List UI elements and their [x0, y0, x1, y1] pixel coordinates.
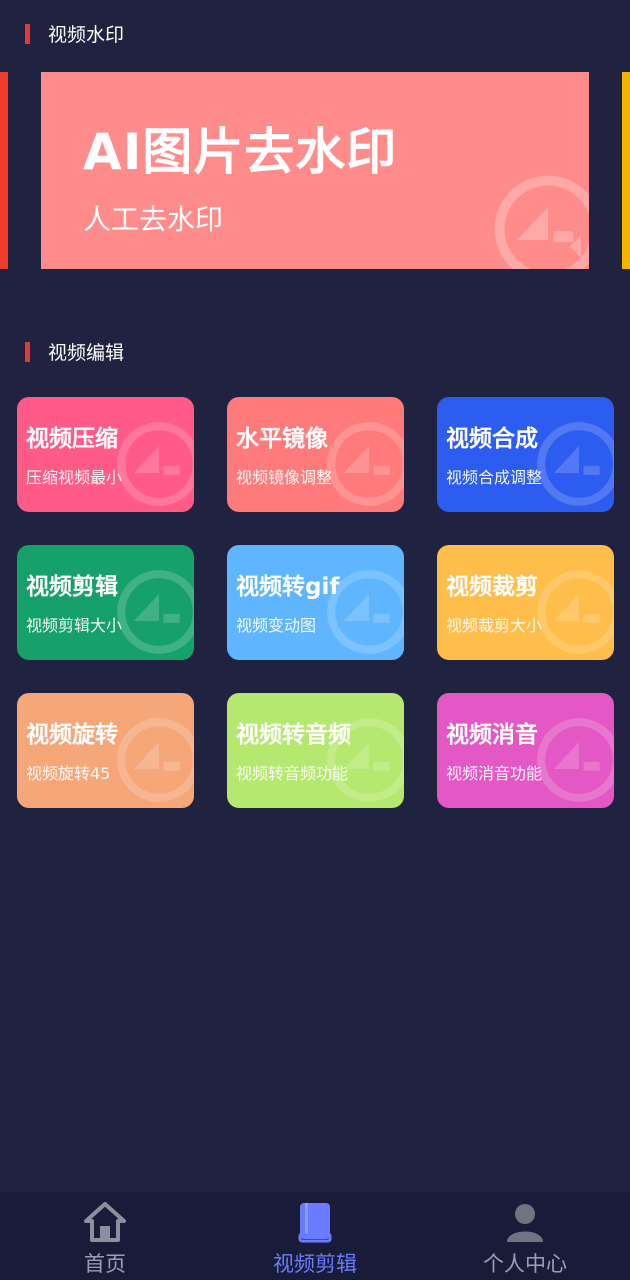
tool-subtitle: 视频消音功能	[446, 764, 543, 783]
tool-subtitle: 压缩视频最小	[26, 468, 123, 487]
section-accent-bar	[25, 341, 30, 362]
tool-card-mirror[interactable]: 水平镜像 视频镜像调整	[227, 397, 404, 512]
book-icon	[298, 1203, 332, 1243]
speedometer-watermark-icon	[327, 718, 404, 802]
tool-subtitle: 视频裁剪大小	[446, 616, 543, 635]
app-screen: 视频水印 AI图片去水印 人工去水印 视频编辑 视频压缩 压缩视频最小 水平镜像…	[0, 0, 630, 1280]
section-header-watermark: 视频水印	[25, 20, 124, 47]
user-icon	[507, 1204, 543, 1242]
tool-subtitle: 视频剪辑大小	[26, 616, 123, 635]
speedometer-watermark-icon	[537, 570, 614, 654]
nav-label-video-edit: 视频剪辑	[273, 1252, 357, 1276]
speedometer-watermark-icon	[327, 570, 404, 654]
tool-card-mute[interactable]: 视频消音 视频消音功能	[437, 693, 614, 808]
banner-title: AI图片去水印	[83, 123, 398, 181]
banner-ai-watermark-removal[interactable]: AI图片去水印 人工去水印	[41, 72, 589, 269]
banner-peek-right[interactable]	[622, 72, 630, 269]
tool-title: 视频剪辑	[26, 574, 118, 600]
nav-item-video-edit[interactable]: 视频剪辑	[210, 1192, 420, 1280]
tool-title: 视频压缩	[26, 426, 118, 452]
tool-card-crop[interactable]: 视频裁剪 视频裁剪大小	[437, 545, 614, 660]
tool-subtitle: 视频变动图	[236, 616, 317, 635]
speedometer-watermark-icon	[327, 422, 404, 506]
banner-subtitle: 人工去水印	[83, 203, 224, 236]
section-accent-bar	[25, 23, 30, 44]
tool-card-compress[interactable]: 视频压缩 压缩视频最小	[17, 397, 194, 512]
speedometer-watermark-icon	[117, 718, 194, 802]
nav-item-home[interactable]: 首页	[0, 1192, 210, 1280]
speedometer-watermark-icon	[117, 570, 194, 654]
speedometer-watermark-icon	[537, 422, 614, 506]
section-header-edit: 视频编辑	[25, 338, 124, 365]
home-icon	[84, 1202, 126, 1242]
speedometer-watermark-icon	[537, 718, 614, 802]
banner-carousel[interactable]: AI图片去水印 人工去水印	[0, 72, 630, 269]
tool-subtitle: 视频合成调整	[446, 468, 543, 487]
section-title-edit: 视频编辑	[48, 342, 125, 364]
tool-card-merge[interactable]: 视频合成 视频合成调整	[437, 397, 614, 512]
tool-title: 视频消音	[446, 722, 538, 748]
tool-title: 视频旋转	[26, 722, 118, 748]
speedometer-watermark-icon	[494, 175, 589, 269]
tool-subtitle: 视频镜像调整	[236, 468, 333, 487]
tool-card-to-audio[interactable]: 视频转音频 视频转音频功能	[227, 693, 404, 808]
tool-title: 视频合成	[446, 426, 538, 452]
tool-title: 视频裁剪	[446, 574, 538, 600]
tool-card-rotate[interactable]: 视频旋转 视频旋转45	[17, 693, 194, 808]
nav-item-profile[interactable]: 个人中心	[420, 1192, 630, 1280]
tool-subtitle: 视频旋转45	[26, 764, 111, 783]
nav-label-home: 首页	[84, 1252, 126, 1276]
tool-card-edit[interactable]: 视频剪辑 视频剪辑大小	[17, 545, 194, 660]
section-title-watermark: 视频水印	[48, 24, 125, 46]
speedometer-watermark-icon	[117, 422, 194, 506]
tool-title: 水平镜像	[236, 426, 328, 452]
tool-card-gif[interactable]: 视频转gif 视频变动图	[227, 545, 404, 660]
banner-peek-left[interactable]	[0, 72, 8, 269]
nav-label-profile: 个人中心	[483, 1252, 567, 1276]
bottom-navigation: 首页 视频剪辑 个人中心	[0, 1192, 630, 1280]
